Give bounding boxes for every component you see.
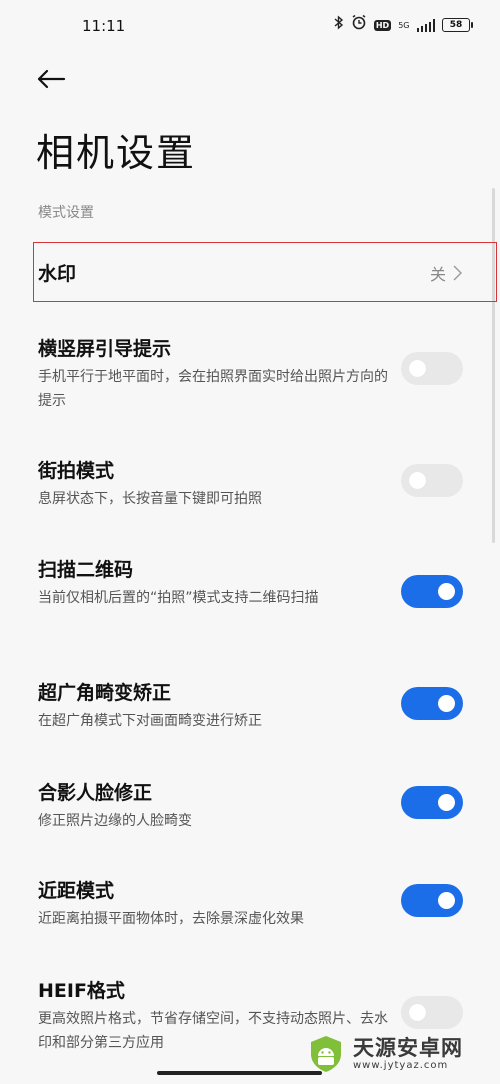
toggle-knob [438, 583, 455, 600]
back-button[interactable] [36, 62, 70, 96]
setting-desc: 当前仅相机后置的“拍照”模式支持二维码扫描 [38, 590, 319, 606]
home-indicator[interactable] [157, 1071, 322, 1075]
setting-title: 近距模式 [38, 880, 115, 902]
network-type: 5G [398, 20, 410, 30]
watermark-setting-row[interactable]: 水印 关 [33, 242, 497, 302]
section-label: 模式设置 [38, 205, 94, 221]
setting-title: 超广角畸变矫正 [38, 682, 172, 704]
setting-desc: 息屏状态下，长按音量下键即可拍照 [38, 491, 262, 507]
site-watermark-url: www.jytyaz.com [353, 1059, 449, 1071]
watermark-title: 水印 [38, 263, 77, 285]
setting-title: HEIF格式 [38, 980, 125, 1002]
setting-title: 横竖屏引导提示 [38, 338, 172, 360]
setting-desc: 在超广角模式下对画面畸变进行矫正 [38, 713, 262, 729]
bluetooth-icon [334, 14, 344, 36]
setting-title: 街拍模式 [38, 460, 115, 482]
back-arrow-icon [37, 69, 66, 89]
toggle-knob [438, 695, 455, 712]
macro-mode-toggle[interactable] [401, 884, 463, 917]
heif-format-toggle[interactable] [401, 996, 463, 1029]
street-mode-toggle[interactable] [401, 464, 463, 497]
battery-icon: 58 [442, 18, 473, 32]
setting-desc: 近距离拍摄平面物体时，去除景深虚化效果 [38, 911, 304, 927]
setting-desc: 修正照片边缘的人脸畸变 [38, 813, 192, 829]
signal-icon [416, 18, 435, 32]
toggle-knob [409, 360, 426, 377]
android-robot-icon [311, 1036, 341, 1072]
alarm-icon [351, 14, 367, 36]
toggle-knob [409, 1004, 426, 1021]
page-title: 相机设置 [36, 131, 197, 175]
status-icons: HD 5G 58 [334, 14, 473, 36]
site-watermark-name: 天源安卓网 [353, 1035, 463, 1060]
qr-scan-toggle[interactable] [401, 575, 463, 608]
setting-title: 合影人脸修正 [38, 782, 153, 804]
watermark-value: 关 [429, 265, 446, 284]
hd-icon: HD [373, 19, 392, 31]
chevron-right-icon [453, 265, 462, 281]
toggle-knob [438, 794, 455, 811]
orientation-guide-toggle[interactable] [401, 352, 463, 385]
group-face-correction-toggle[interactable] [401, 786, 463, 819]
setting-title: 扫描二维码 [38, 559, 134, 581]
setting-desc: 手机平行于地平面时，会在拍照界面实时给出照片方向的提示 [38, 369, 388, 409]
toggle-knob [438, 892, 455, 909]
status-bar: 11:11 HD 5G 58 [0, 0, 500, 56]
ultrawide-correction-toggle[interactable] [401, 687, 463, 720]
site-watermark-text: 天源安卓网 www.jytyaz.com [353, 1036, 463, 1071]
status-time: 11:11 [82, 17, 126, 35]
site-watermark-logo: 天源安卓网 www.jytyaz.com [305, 1032, 463, 1074]
toggle-knob [409, 472, 426, 489]
